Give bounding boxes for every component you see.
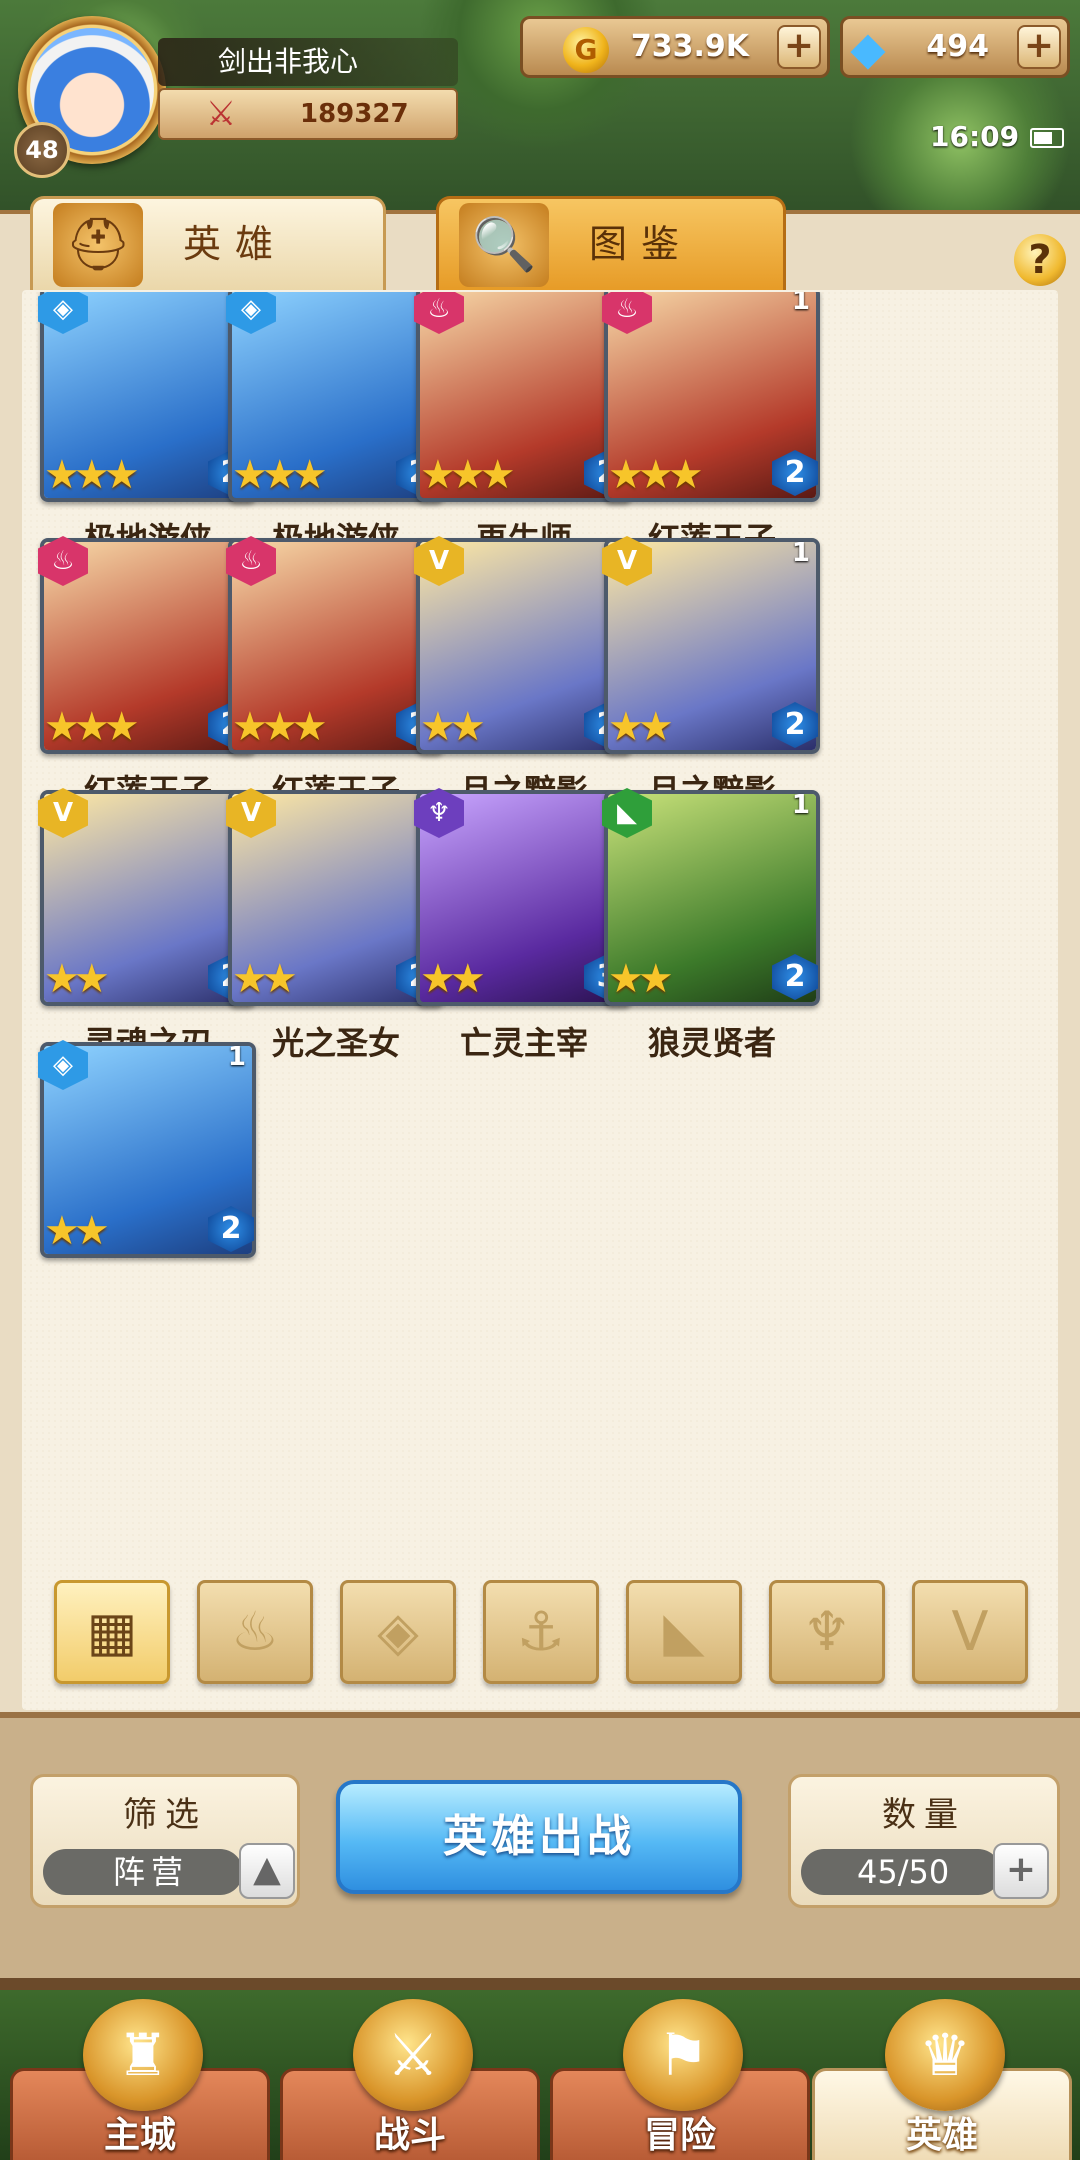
count-title: 数量 — [882, 1795, 966, 1835]
filter-water-button[interactable]: ◈ — [340, 1580, 456, 1684]
filter-title: 筛选 — [123, 1795, 207, 1835]
water-icon: ◈ — [377, 1600, 419, 1663]
hero-duplicate-count: 1 — [791, 790, 810, 820]
hero-name: 亡灵主宰 — [459, 1024, 588, 1062]
filter-box: 筛选 阵营 ▲ — [30, 1774, 300, 1908]
tab-codex[interactable]: 🔍 图鉴 — [436, 196, 786, 293]
hero-name: 光之圣女 — [271, 1024, 400, 1062]
hero-card[interactable]: ◈ 1 ★★ 2 — [38, 1040, 260, 1342]
gold-coin-icon: G — [563, 27, 609, 73]
hero-helmet-icon: ⛑ — [53, 203, 143, 287]
star-rating: ★★★ — [420, 452, 516, 498]
star-rating: ★★ — [420, 704, 486, 750]
add-gems-button[interactable]: + — [1017, 25, 1061, 69]
magnifier-book-icon: 🔍 — [459, 203, 549, 287]
player-name: 剑出非我心 — [158, 38, 458, 86]
nav-battle[interactable]: ⚔ 战斗 — [280, 1999, 540, 2160]
map-scroll-icon: ⚑ — [623, 1999, 743, 2111]
help-button[interactable]: ? — [1014, 234, 1066, 286]
star-rating: ★★★ — [232, 452, 328, 498]
gold-counter: G 733.9K + — [520, 16, 830, 78]
expand-capacity-button[interactable]: + — [993, 1843, 1049, 1899]
filter-all-button[interactable]: ▦ — [54, 1580, 170, 1684]
star-rating: ★★★ — [232, 704, 328, 750]
nav-adventure-label: 冒险 — [643, 2115, 716, 2156]
power-panel: ⚔ 189327 — [158, 88, 458, 140]
star-rating: ★★ — [44, 956, 110, 1002]
hero-card[interactable]: ◣ 1 ★★ 2 狼灵贤者 — [602, 788, 824, 1090]
chevron-up-icon: ▲ — [253, 1849, 281, 1890]
dark-icon: ♆ — [802, 1600, 852, 1663]
hero-duplicate-count: 1 — [227, 1042, 246, 1072]
battery-icon — [1030, 128, 1064, 148]
star-rating: ★★★ — [44, 704, 140, 750]
hero-helmet-icon: ♛ — [885, 1999, 1005, 2111]
nav-heroes-label: 英雄 — [905, 2115, 978, 2156]
star-rating: ★★ — [608, 704, 674, 750]
star-rating: ★★★ — [44, 452, 140, 498]
filter-dark-button[interactable]: ♆ — [769, 1580, 885, 1684]
light-icon: V — [951, 1600, 989, 1663]
hero-duplicate-count: 1 — [791, 538, 810, 568]
plus-icon: + — [1005, 1849, 1037, 1890]
filter-select[interactable]: 阵营 — [43, 1849, 243, 1895]
gem-counter: ◆ 494 + — [840, 16, 1070, 78]
star-rating: ★★★ — [608, 452, 704, 498]
filter-fire-button[interactable]: ♨ — [197, 1580, 313, 1684]
hero-grid[interactable]: ◈1★★★2极地游侠◈1★★★2极地游侠♨1★★★2再生师♨1★★★2红莲王子♨… — [22, 292, 1058, 1532]
filter-anchor-button[interactable]: ⚓ — [483, 1580, 599, 1684]
power-value: 189327 — [300, 99, 409, 129]
deploy-heroes-button[interactable]: 英雄出战 — [336, 1780, 742, 1894]
hero-card[interactable]: V1★★2光之圣女 — [226, 788, 448, 1090]
tab-heroes[interactable]: ⛑ 英雄 — [30, 196, 386, 293]
anchor-icon: ⚓ — [516, 1600, 566, 1663]
tab-codex-label: 图鉴 — [589, 222, 694, 266]
gold-value: 733.9K — [630, 29, 749, 64]
gem-value: 494 — [926, 29, 989, 64]
hero-count-value: 45/50 — [801, 1849, 1001, 1895]
filter-light-button[interactable]: V — [912, 1580, 1028, 1684]
beast-icon: ◣ — [663, 1600, 705, 1663]
grid-icon: ▦ — [86, 1600, 138, 1663]
crossed-swords-icon: ⚔ — [353, 1999, 473, 2111]
hero-duplicate-count: 1 — [791, 292, 810, 316]
crossed-swords-icon: ⚔ — [205, 94, 237, 134]
nav-main-city-label: 主城 — [103, 2115, 176, 2156]
count-box: 数量 45/50 + — [788, 1774, 1060, 1908]
diamond-icon: ◆ — [850, 21, 886, 75]
player-profile[interactable]: 48 剑出非我心 ⚔ 189327 — [14, 16, 458, 178]
hero-name: 狼灵贤者 — [647, 1024, 776, 1062]
player-level-badge: 48 — [14, 122, 70, 178]
castle-icon: ♜ — [83, 1999, 203, 2111]
nav-main-city[interactable]: ♜ 主城 — [10, 1999, 270, 2160]
nav-adventure[interactable]: ⚑ 冒险 — [550, 1999, 810, 2160]
star-rating: ★★ — [232, 956, 298, 1002]
tab-heroes-label: 英雄 — [183, 222, 288, 266]
nav-battle-label: 战斗 — [373, 2115, 446, 2156]
star-rating: ★★ — [44, 1208, 110, 1254]
star-rating: ★★ — [420, 956, 486, 1002]
star-rating: ★★ — [608, 956, 674, 1002]
filter-expand-button[interactable]: ▲ — [239, 1843, 295, 1899]
clock: 16:09 — [930, 120, 1020, 153]
filter-beast-button[interactable]: ◣ — [626, 1580, 742, 1684]
hero-card[interactable]: ♆1★★3亡灵主宰 — [414, 788, 636, 1090]
add-gold-button[interactable]: + — [777, 25, 821, 69]
faction-filter-bar: ▦ ♨ ◈ ⚓ ◣ ♆ V — [54, 1580, 1034, 1684]
fire-icon: ♨ — [230, 1600, 280, 1663]
nav-heroes[interactable]: ♛ 英雄 — [812, 1999, 1072, 2160]
